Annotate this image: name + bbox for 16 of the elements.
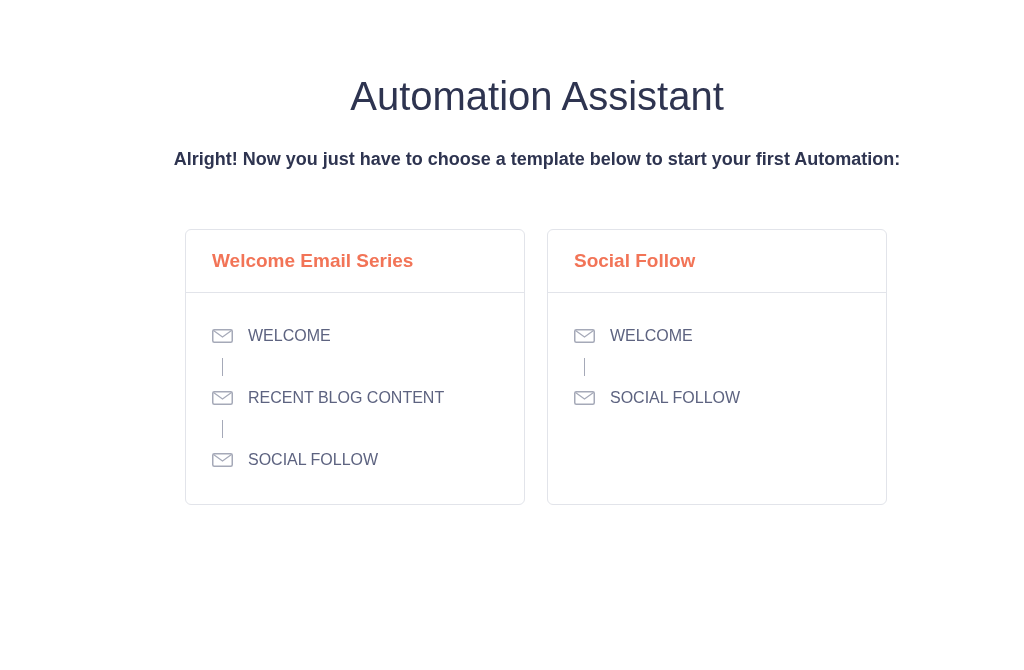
envelope-icon [574, 329, 595, 343]
template-card[interactable]: Social Follow WELCOME SOCIAL FOLLOW [547, 229, 887, 505]
step-label: WELCOME [610, 326, 693, 346]
envelope-icon [212, 453, 233, 467]
step-label: RECENT BLOG CONTENT [248, 388, 445, 408]
envelope-icon [212, 329, 233, 343]
template-card[interactable]: Welcome Email Series WELCOME RECENT BLOG CONTENT SOCIAL FOLLOW [185, 229, 525, 505]
page-title: Automation Assistant [350, 73, 724, 120]
step-label: SOCIAL FOLLOW [610, 388, 741, 408]
step-label: SOCIAL FOLLOW [248, 450, 379, 470]
envelope-icon [212, 391, 233, 405]
step-label: WELCOME [248, 326, 331, 346]
envelope-icon [574, 391, 595, 405]
instruction-text: Alright! Now you just have to choose a template below to start your first Automation: [173, 148, 901, 171]
template-title: Social Follow [574, 248, 696, 273]
template-title: Welcome Email Series [212, 248, 414, 273]
